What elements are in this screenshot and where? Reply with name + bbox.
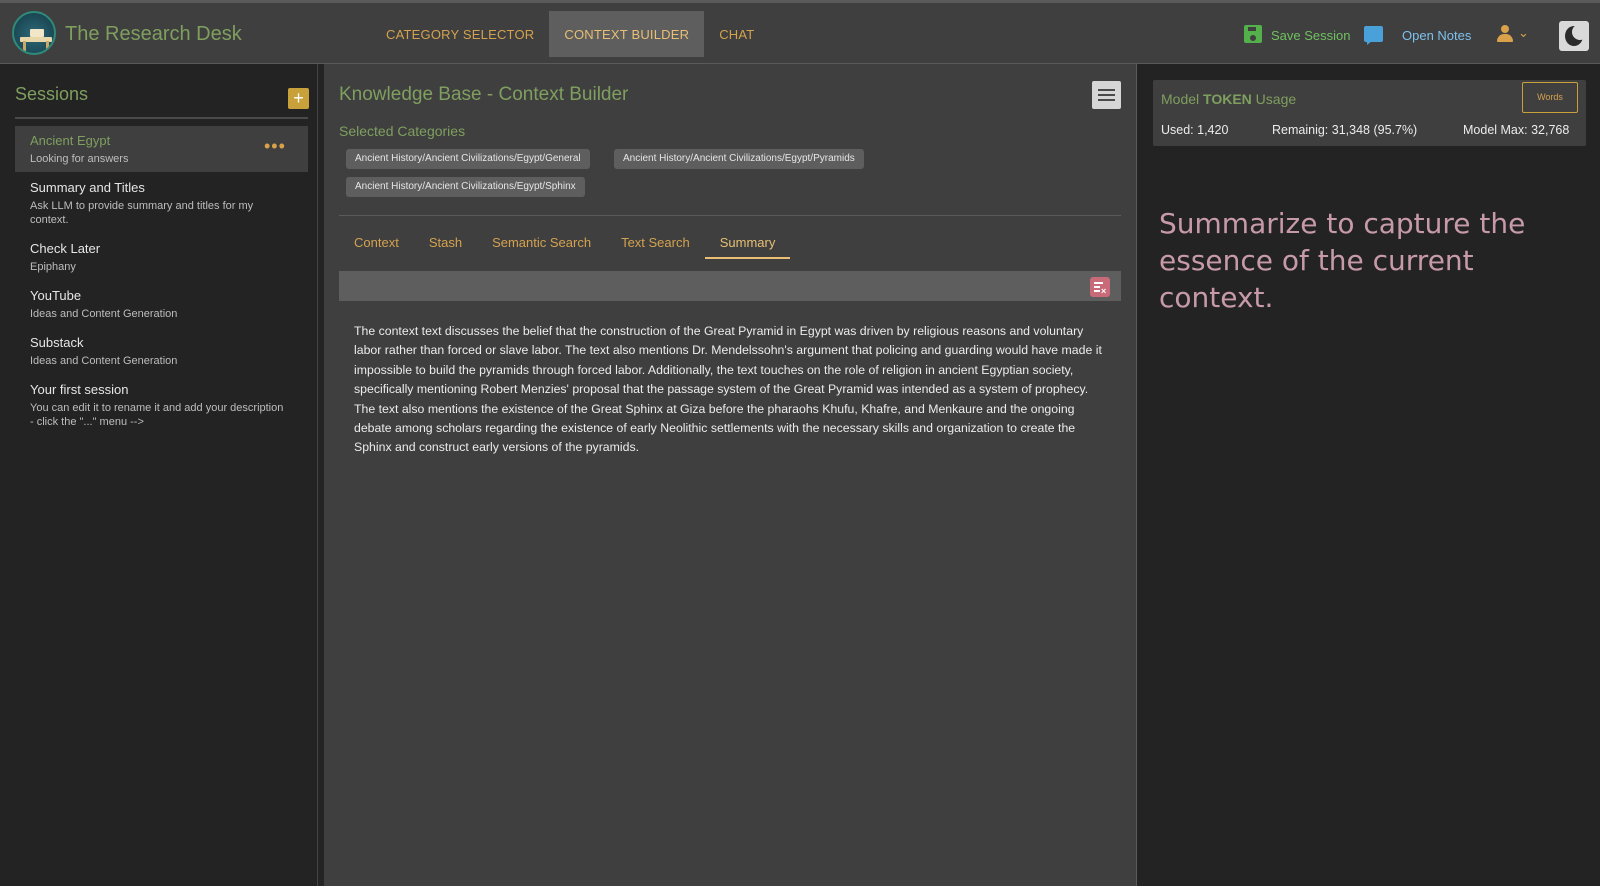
selected-categories-label: Selected Categories — [339, 123, 466, 139]
summary-hint: Summarize to capture the essence of the … — [1159, 207, 1526, 314]
tab-summary[interactable]: Summary — [704, 229, 791, 259]
moon-icon — [1565, 24, 1588, 46]
page-title: Knowledge Base - Context Builder — [339, 84, 629, 105]
hamburger-menu-button[interactable] — [1092, 81, 1121, 109]
divider — [339, 215, 1121, 216]
token-usage-title: Model TOKEN Usage — [1161, 91, 1296, 107]
nav-context-builder[interactable]: CONTEXT BUILDER — [549, 11, 705, 57]
words-toggle-button[interactable]: Words — [1522, 82, 1578, 113]
summary-toolbar: × — [339, 271, 1121, 301]
category-chip[interactable]: Ancient History/Ancient Civilizations/Eg… — [346, 149, 590, 169]
category-chip[interactable]: Ancient History/Ancient Civilizations/Eg… — [346, 177, 585, 197]
session-title: YouTube — [30, 288, 82, 303]
tokens-used: Used: 1,420 — [1161, 123, 1229, 137]
session-item-substack[interactable]: Substack Ideas and Content Generation — [15, 335, 308, 368]
context-builder-panel: Knowledge Base - Context Builder Selecte… — [324, 64, 1137, 886]
session-description: Epiphany — [30, 261, 76, 273]
session-title: Your first session — [30, 382, 129, 397]
session-description: Ideas and Content Generation — [30, 355, 178, 367]
sessions-sidebar: Sessions + Ancient Egypt Looking for ans… — [0, 64, 318, 886]
session-item-youtube[interactable]: YouTube Ideas and Content Generation — [15, 288, 308, 321]
context-tabs: Context Stash Semantic Search Text Searc… — [339, 229, 791, 259]
add-session-button[interactable]: + — [288, 88, 309, 109]
category-chip[interactable]: Ancient History/Ancient Civilizations/Eg… — [614, 149, 864, 169]
token-title-bold: TOKEN — [1203, 91, 1252, 107]
session-item-summary-and-titles[interactable]: Summary and Titles Ask LLM to provide su… — [15, 180, 308, 227]
clear-list-icon[interactable]: × — [1090, 277, 1110, 297]
session-description: Ask LLM to provide summary and titles fo… — [30, 200, 254, 226]
right-panel: Model TOKEN Usage Words Used: 1,420 Rema… — [1138, 64, 1600, 886]
top-bar: The Research Desk CATEGORY SELECTOR CONT… — [0, 0, 1600, 64]
chevron-down-icon[interactable]: ⌄ — [1518, 25, 1529, 41]
tokens-remaining: Remainig: 31,348 (95.7%) — [1272, 123, 1418, 137]
tab-text-search[interactable]: Text Search — [606, 229, 705, 259]
more-options-icon[interactable]: ••• — [264, 137, 286, 155]
user-icon[interactable] — [1496, 25, 1514, 43]
summary-text: The context text discusses the belief th… — [354, 324, 1102, 455]
tokens-model-max: Model Max: 32,768 — [1463, 123, 1570, 137]
sidebar-divider — [15, 117, 308, 119]
open-notes-button[interactable]: Open Notes — [1402, 28, 1471, 43]
app-title: The Research Desk — [65, 23, 242, 45]
session-description: Ideas and Content Generation — [30, 308, 178, 320]
tab-semantic-search[interactable]: Semantic Search — [477, 229, 606, 259]
session-title: Summary and Titles — [30, 180, 145, 195]
token-title-prefix: Model — [1161, 91, 1204, 107]
session-item-ancient-egypt[interactable]: Ancient Egypt Looking for answers ••• — [15, 126, 308, 172]
theme-toggle-button[interactable] — [1559, 21, 1589, 51]
save-icon[interactable] — [1244, 25, 1262, 43]
tab-context[interactable]: Context — [339, 229, 414, 259]
sessions-title: Sessions — [15, 84, 89, 104]
notes-icon[interactable] — [1364, 26, 1383, 45]
app-logo — [12, 11, 56, 55]
session-item-your-first-session[interactable]: Your first session You can edit it to re… — [15, 382, 308, 429]
session-title: Check Later — [30, 241, 101, 256]
session-description: You can edit it to rename it and add you… — [30, 402, 284, 428]
nav-category-selector[interactable]: CATEGORY SELECTOR — [371, 11, 549, 57]
save-session-button[interactable]: Save Session — [1271, 28, 1351, 43]
nav-chat[interactable]: CHAT — [704, 11, 769, 57]
tab-stash[interactable]: Stash — [414, 229, 477, 259]
session-title: Substack — [30, 335, 84, 350]
token-usage-card: Model TOKEN Usage Words Used: 1,420 Rema… — [1153, 80, 1586, 146]
session-item-check-later[interactable]: Check Later Epiphany — [15, 241, 308, 274]
token-title-suffix: Usage — [1251, 91, 1297, 107]
main-nav: CATEGORY SELECTOR CONTEXT BUILDER CHAT — [371, 11, 769, 57]
